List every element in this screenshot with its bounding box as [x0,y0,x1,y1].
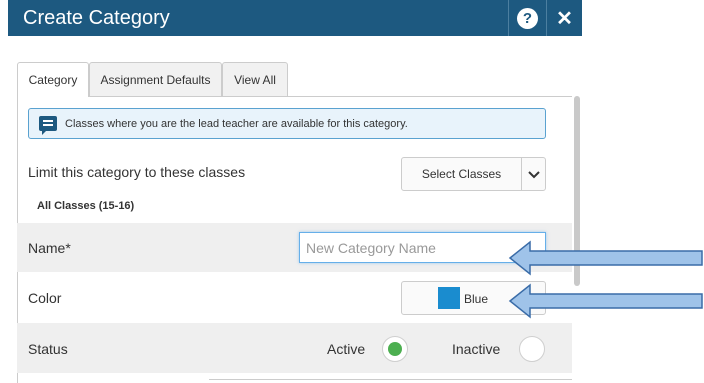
dialog-title: Create Category [23,7,170,29]
name-label: Name* [28,240,71,256]
select-classes-label: Select Classes [421,167,502,181]
help-button[interactable]: ? [508,0,546,36]
color-label: Color [28,290,62,306]
active-tab-gap [18,96,88,98]
chevron-down-icon[interactable] [526,166,542,182]
status-inactive-label: Inactive [452,341,501,357]
tab-assignment-defaults[interactable]: Assignment Defaults [89,62,222,97]
tab-view-all[interactable]: View All [222,62,288,97]
annotation-arrow-name [508,240,703,276]
info-alert: Classes where you are the lead teacher a… [28,108,546,139]
select-classes-button[interactable]: Select Classes [401,157,546,191]
message-icon [39,116,57,135]
color-swatch [438,287,460,309]
status-inactive-radio[interactable] [519,336,545,362]
tab-category[interactable]: Category [17,62,89,97]
close-icon[interactable]: ✕ [546,0,582,36]
selected-classes-text: All Classes (15-16) [37,200,135,212]
annotation-arrow-color [508,283,703,319]
status-label: Status [28,341,68,357]
dialog-header: Create Category ? ✕ [8,0,582,36]
divider [209,379,572,380]
help-icon: ? [517,7,538,29]
limit-classes-label: Limit this category to these classes [28,164,246,180]
status-active-radio[interactable] [382,336,408,362]
radio-selected-dot [388,342,402,356]
status-active-label: Active [327,341,366,357]
select-divider [521,158,522,190]
info-text: Classes where you are the lead teacher a… [65,118,408,130]
color-value: Blue [464,292,489,306]
